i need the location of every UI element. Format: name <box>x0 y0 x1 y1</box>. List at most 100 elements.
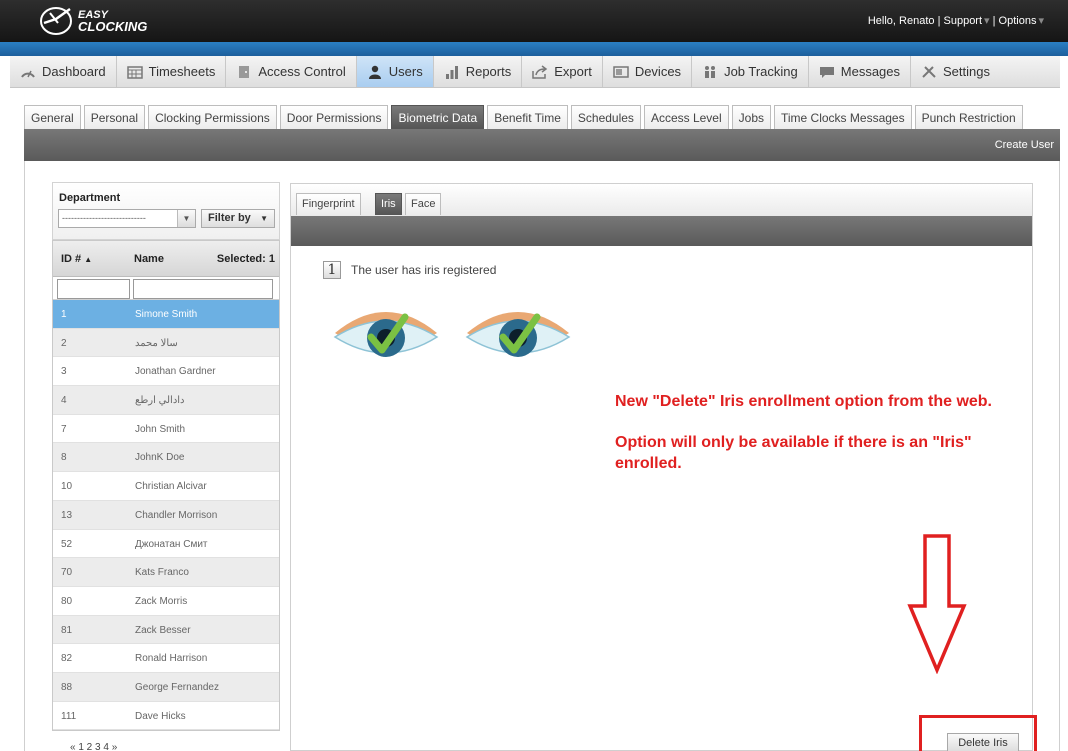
row-id: 10 <box>61 481 73 493</box>
row-id: 88 <box>61 681 73 693</box>
job-tracking-icon <box>705 65 716 78</box>
subtab-clocking-permissions[interactable]: Clocking Permissions <box>148 105 277 129</box>
row-name: George Fernandez <box>135 681 219 693</box>
delete-iris-button[interactable]: Delete Iris <box>947 733 1019 751</box>
table-row[interactable]: 7 John Smith <box>53 415 279 444</box>
grid-header: ID # ▲ Name Selected: 1 <box>53 241 279 277</box>
subtab-biometric-data[interactable]: Biometric Data <box>391 105 485 129</box>
iris-status-text: The user has iris registered <box>351 263 497 277</box>
nav-settings[interactable]: Settings <box>911 56 1000 87</box>
table-row[interactable]: 111 Dave Hicks <box>53 702 279 731</box>
tab-face[interactable]: Face <box>405 193 442 215</box>
nav-label: Messages <box>840 64 901 79</box>
nav-label: Dashboard <box>42 64 106 79</box>
chevron-down-icon: ▾ <box>984 15 990 27</box>
subtab-benefit-time[interactable]: Benefit Time <box>487 105 568 129</box>
subtab-schedules[interactable]: Schedules <box>570 105 641 129</box>
subtab-punch-restriction[interactable]: Punch Restriction <box>914 105 1023 129</box>
row-id: 3 <box>61 366 67 378</box>
department-filter: Department ---------------------------- … <box>52 182 280 240</box>
nav-label: Access Control <box>258 64 346 79</box>
table-row[interactable]: 13 Chandler Morrison <box>53 500 279 530</box>
row-name: Christian Alcivar <box>135 481 207 493</box>
user-subtabs: General Personal Clocking Permissions Do… <box>24 105 1023 129</box>
department-select[interactable]: ---------------------------- ▼ <box>58 209 196 228</box>
easy-clocking-logo: EASY CLOCKING <box>40 7 147 35</box>
department-selected-value: ---------------------------- <box>62 213 146 223</box>
row-name: Dave Hicks <box>135 710 186 722</box>
tab-fingerprint[interactable]: Fingerprint <box>296 193 361 215</box>
row-name: Kats Franco <box>135 567 189 579</box>
support-menu[interactable]: Support <box>944 15 983 27</box>
grid-filter-row <box>53 277 279 300</box>
id-filter-input[interactable] <box>57 279 130 299</box>
subtab-jobs[interactable]: Jobs <box>731 105 771 129</box>
create-user-link[interactable]: Create User <box>995 139 1054 151</box>
selected-count: Selected: 1 <box>216 253 275 265</box>
row-name: Jonathan Gardner <box>135 366 216 378</box>
devices-icon <box>613 65 629 78</box>
row-id: 8 <box>61 452 67 464</box>
table-row[interactable]: 88 George Fernandez <box>53 672 279 702</box>
subtab-general[interactable]: General <box>24 105 81 129</box>
subtab-time-clocks-messages[interactable]: Time Clocks Messages <box>774 105 912 129</box>
nav-label: Export <box>554 64 592 79</box>
filter-by-button[interactable]: Filter by ▼ <box>201 209 275 228</box>
name-filter-input[interactable] <box>133 279 273 299</box>
options-menu[interactable]: Options <box>999 15 1037 27</box>
nav-devices[interactable]: Devices <box>603 56 693 87</box>
row-id: 111 <box>61 710 77 722</box>
table-row[interactable]: 1 Simone Smith <box>53 300 279 329</box>
nav-messages[interactable]: Messages <box>809 56 912 87</box>
row-id: 1 <box>61 309 67 320</box>
table-row[interactable]: 4 دادالي ارطع <box>53 386 279 415</box>
table-row[interactable]: 10 Christian Alcivar <box>53 472 279 501</box>
chevron-down-icon: ▼ <box>177 210 195 227</box>
subtab-door-permissions[interactable]: Door Permissions <box>279 105 389 129</box>
row-id: 52 <box>61 538 73 550</box>
user-icon <box>368 65 381 79</box>
iris-check-icon <box>333 312 439 357</box>
row-id: 82 <box>61 653 73 665</box>
row-name: Джонатан Смит <box>135 538 208 550</box>
nav-access-control[interactable]: Access Control <box>226 56 357 87</box>
iris-status: 1 The user has iris registered <box>323 261 496 279</box>
tab-iris[interactable]: Iris <box>375 193 402 215</box>
nav-label: Timesheets <box>148 64 216 79</box>
row-id: 13 <box>61 509 73 521</box>
table-row[interactable]: 2 سالا محمد <box>53 328 279 358</box>
table-row[interactable]: 8 JohnK Doe <box>53 443 279 473</box>
subtab-personal[interactable]: Personal <box>83 105 146 129</box>
table-row[interactable]: 80 Zack Morris <box>53 587 279 616</box>
subtab-access-level[interactable]: Access Level <box>643 105 729 129</box>
table-row[interactable]: 52 Джонатан Смит <box>53 530 279 559</box>
column-name-header[interactable]: Name <box>134 253 164 265</box>
department-label: Department <box>59 192 121 204</box>
row-id: 4 <box>61 395 67 407</box>
table-row[interactable]: 3 Jonathan Gardner <box>53 357 279 387</box>
column-id-header[interactable]: ID # ▲ <box>61 253 92 265</box>
table-row[interactable]: 70 Kats Franco <box>53 558 279 587</box>
nav-job-tracking[interactable]: Job Tracking <box>692 56 809 87</box>
header-accent-bar <box>0 42 1068 56</box>
row-name: Zack Besser <box>135 624 191 636</box>
toolbar-bar: Create User <box>24 129 1060 161</box>
nav-users[interactable]: Users <box>356 56 434 87</box>
row-id: 81 <box>61 624 73 636</box>
table-row[interactable]: 81 Zack Besser <box>53 615 279 645</box>
grid-pager[interactable]: « 1 2 3 4 » <box>70 742 117 751</box>
row-name: JohnK Doe <box>135 452 185 464</box>
nav-export[interactable]: Export <box>522 56 603 87</box>
table-row[interactable]: 82 Ronald Harrison <box>53 644 279 673</box>
top-header: EASY CLOCKING Hello, Renato | Support ▾ |… <box>0 0 1068 42</box>
nav-reports[interactable]: Reports <box>434 56 523 87</box>
nav-dashboard[interactable]: Dashboard <box>10 56 117 87</box>
iris-count-badge: 1 <box>323 261 341 279</box>
grid-body: 1 Simone Smith 2 سالا محمد 3 Jonathan Gardn… <box>53 300 279 731</box>
main-nav: Dashboard Timesheets Access Control User… <box>10 56 1060 88</box>
biometric-panel: Fingerprint Iris Face 1 The user has iri… <box>290 183 1037 751</box>
user-list-panel: Department ---------------------------- … <box>52 182 280 732</box>
header-separator: | <box>992 15 996 27</box>
nav-label: Devices <box>634 64 682 79</box>
nav-timesheets[interactable]: Timesheets <box>117 56 227 87</box>
